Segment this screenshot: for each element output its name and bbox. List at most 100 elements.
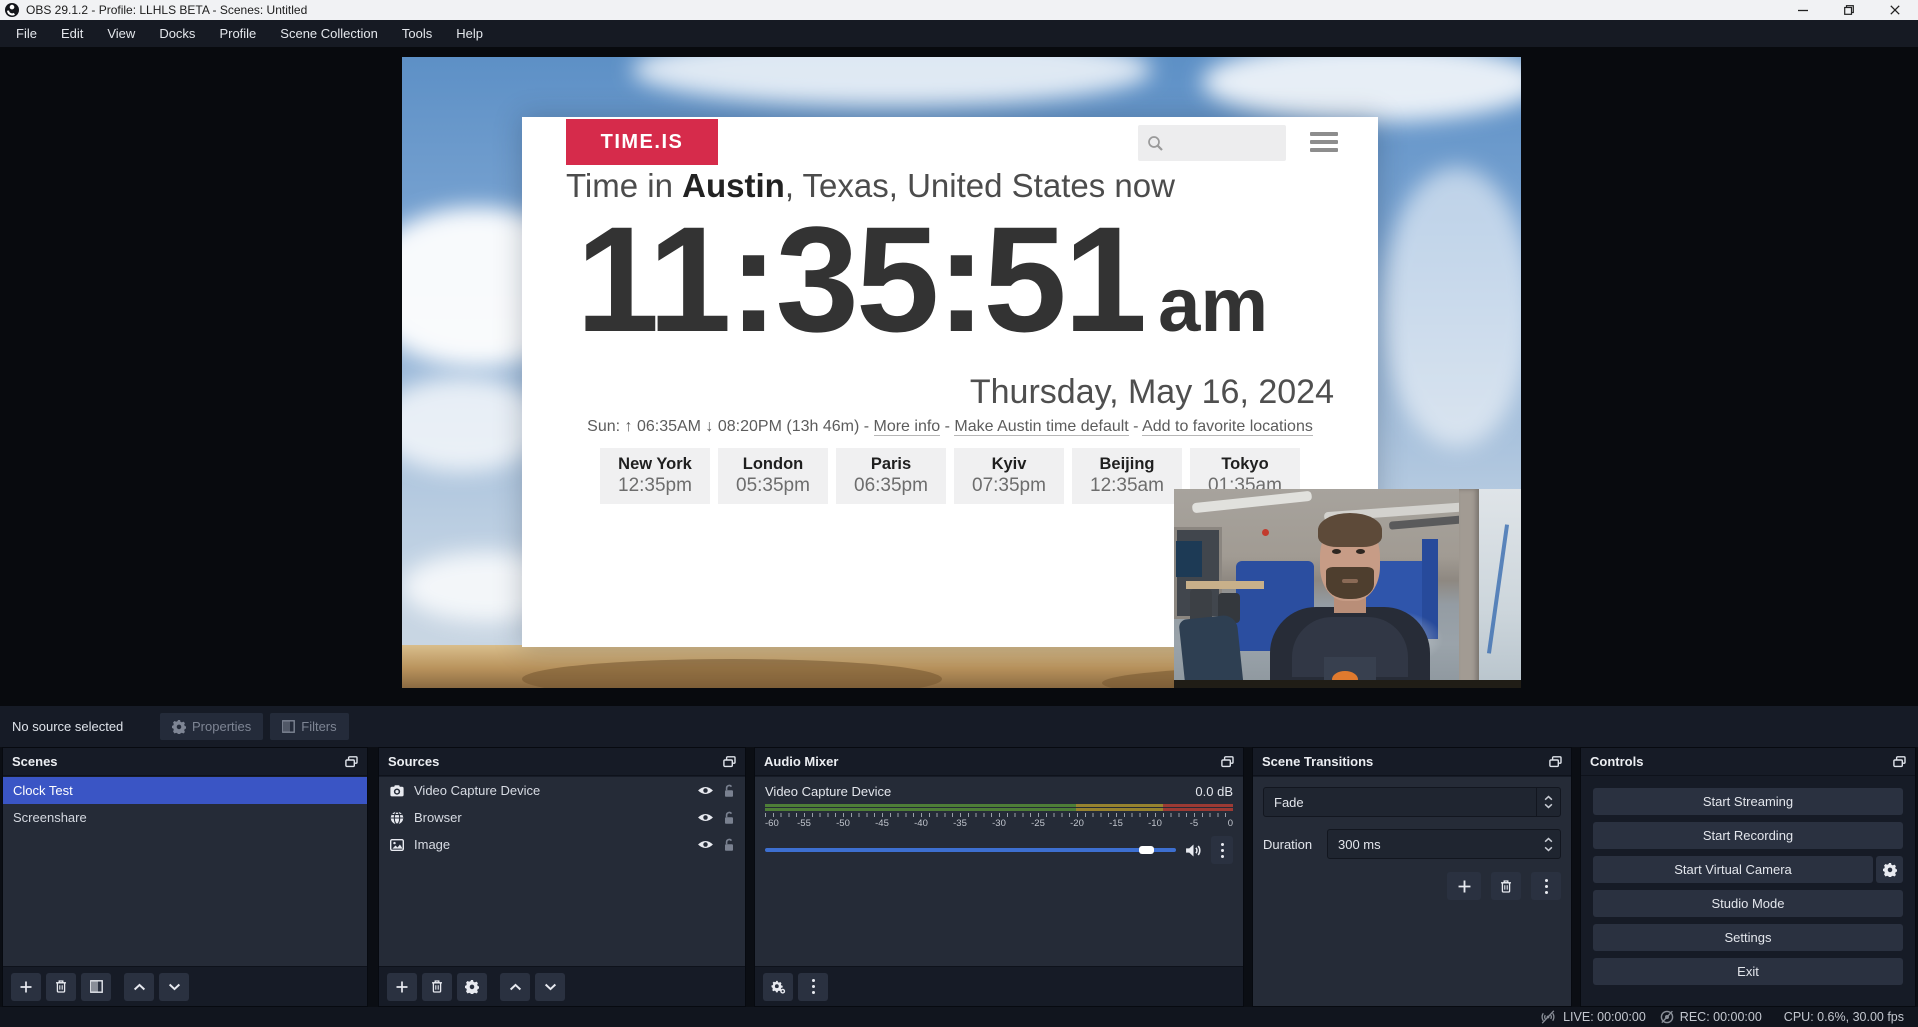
window-title: OBS 29.1.2 - Profile: LLHLS BETA - Scene…	[26, 3, 307, 17]
popout-icon[interactable]	[1549, 756, 1562, 768]
lock-icon[interactable]	[723, 838, 735, 852]
remove-transition-button[interactable]	[1491, 872, 1521, 900]
advanced-audio-button[interactable]	[763, 973, 793, 1001]
minimize-button[interactable]	[1780, 0, 1826, 20]
preview-area: TIME.IS Time in Austin, Texas, United St…	[0, 47, 1918, 706]
duration-value: 300 ms	[1328, 837, 1381, 852]
obs-window: OBS 29.1.2 - Profile: LLHLS BETA - Scene…	[0, 0, 1918, 1027]
title-bar: OBS 29.1.2 - Profile: LLHLS BETA - Scene…	[0, 0, 1918, 20]
source-properties-button[interactable]	[457, 973, 487, 1001]
visibility-eye-icon[interactable]	[697, 785, 714, 796]
settings-button[interactable]: Settings	[1593, 924, 1903, 951]
source-item-video-capture[interactable]: Video Capture Device	[379, 777, 745, 804]
popout-icon[interactable]	[1221, 756, 1234, 768]
cloud	[1382, 167, 1521, 447]
scene-transitions-dock: Scene Transitions Fade Duration	[1252, 747, 1572, 1007]
lock-icon[interactable]	[723, 811, 735, 825]
controls-title: Controls	[1590, 754, 1643, 769]
make-default-link: Make Austin time default	[954, 418, 1128, 436]
transition-menu-button[interactable]	[1531, 872, 1561, 900]
stream-inactive-icon	[1539, 1010, 1557, 1024]
mixer-channel-menu-button[interactable]	[1211, 836, 1233, 864]
sources-dock: Sources Video Capture Device Browser	[378, 747, 746, 1007]
remove-source-button[interactable]	[422, 973, 452, 1001]
source-toolbar: No source selected Properties Filters	[0, 706, 1918, 747]
filters-button[interactable]: Filters	[270, 713, 348, 740]
mixer-channel-name: Video Capture Device	[765, 784, 891, 799]
gear-sliders-icon	[771, 980, 786, 994]
popout-icon[interactable]	[723, 756, 736, 768]
menu-view[interactable]: View	[95, 20, 147, 47]
start-virtual-camera-button[interactable]: Start Virtual Camera	[1593, 856, 1873, 883]
exit-button[interactable]: Exit	[1593, 958, 1903, 985]
properties-button[interactable]: Properties	[160, 713, 263, 740]
transition-select[interactable]: Fade	[1263, 787, 1561, 817]
speaker-icon[interactable]	[1185, 843, 1202, 858]
transition-selected-value: Fade	[1264, 795, 1536, 810]
live-time: LIVE: 00:00:00	[1563, 1010, 1646, 1024]
spinner-arrows-icon[interactable]	[1544, 830, 1553, 858]
maximize-button[interactable]	[1826, 0, 1872, 20]
visibility-eye-icon[interactable]	[697, 839, 714, 850]
scene-move-down-button[interactable]	[159, 973, 189, 1001]
cpu-fps-stats: CPU: 0.6%, 30.00 fps	[1784, 1010, 1904, 1024]
more-info-link: More info	[874, 418, 941, 436]
cloud	[632, 57, 1152, 107]
record-inactive-icon	[1660, 1010, 1674, 1024]
add-source-button[interactable]	[387, 973, 417, 1001]
sources-title: Sources	[388, 754, 439, 769]
source-item-image[interactable]: Image	[379, 831, 745, 858]
clock-time: 11:35:51	[576, 195, 1144, 363]
globe-icon	[389, 811, 405, 825]
world-clock-kyiv: Kyiv07:35pm	[954, 448, 1064, 504]
menu-docks[interactable]: Docks	[147, 20, 207, 47]
timeis-clock: 11:35:51am	[576, 201, 1268, 359]
camera-icon	[389, 785, 405, 797]
popout-icon[interactable]	[345, 756, 358, 768]
volume-slider[interactable]	[765, 842, 1176, 858]
menu-edit[interactable]: Edit	[49, 20, 95, 47]
world-clock-paris: Paris06:35pm	[836, 448, 946, 504]
gear-icon	[172, 720, 186, 734]
controls-dock: Controls Start Streaming Start Recording…	[1580, 747, 1916, 1007]
rec-time: REC: 00:00:00	[1680, 1010, 1762, 1024]
menu-scene-collection[interactable]: Scene Collection	[268, 20, 390, 47]
meter-tick-labels: -60 -55 -50 -45 -40 -35 -30 -25 -20 -15 …	[765, 818, 1233, 830]
scene-transitions-title: Scene Transitions	[1262, 754, 1373, 769]
scenes-title: Scenes	[12, 754, 58, 769]
add-transition-button[interactable]	[1447, 872, 1481, 900]
duration-spinbox[interactable]: 300 ms	[1327, 829, 1561, 859]
virtual-camera-config-button[interactable]	[1876, 856, 1903, 883]
scene-move-up-button[interactable]	[124, 973, 154, 1001]
close-button[interactable]	[1872, 0, 1918, 20]
volume-meter: -60 -55 -50 -45 -40 -35 -30 -25 -20 -15 …	[765, 804, 1233, 830]
menu-file[interactable]: File	[4, 20, 49, 47]
image-icon	[389, 839, 405, 851]
add-scene-button[interactable]	[11, 973, 41, 1001]
source-move-up-button[interactable]	[500, 973, 530, 1001]
start-recording-button[interactable]: Start Recording	[1593, 822, 1903, 849]
menu-tools[interactable]: Tools	[390, 20, 444, 47]
mixer-level-db: 0.0 dB	[1195, 784, 1233, 799]
chevron-updown-icon	[1536, 788, 1560, 816]
source-move-down-button[interactable]	[535, 973, 565, 1001]
menu-help[interactable]: Help	[444, 20, 495, 47]
source-item-browser[interactable]: Browser	[379, 804, 745, 831]
scenes-dock: Scenes Clock Test Screenshare	[2, 747, 368, 1007]
volume-slider-handle[interactable]	[1139, 846, 1154, 854]
studio-mode-button[interactable]: Studio Mode	[1593, 890, 1903, 917]
search-icon	[1147, 135, 1164, 152]
scene-filters-button[interactable]	[81, 973, 111, 1001]
popout-icon[interactable]	[1893, 756, 1906, 768]
menu-profile[interactable]: Profile	[207, 20, 268, 47]
scene-item-screenshare[interactable]: Screenshare	[3, 804, 367, 831]
webcam-overlay[interactable]	[1174, 489, 1521, 688]
lock-icon[interactable]	[723, 784, 735, 798]
mixer-menu-button[interactable]	[798, 973, 828, 1001]
dune	[522, 659, 942, 688]
remove-scene-button[interactable]	[46, 973, 76, 1001]
start-streaming-button[interactable]: Start Streaming	[1593, 788, 1903, 815]
visibility-eye-icon[interactable]	[697, 812, 714, 823]
scene-item-clock-test[interactable]: Clock Test	[3, 777, 367, 804]
preview-canvas[interactable]: TIME.IS Time in Austin, Texas, United St…	[402, 57, 1521, 688]
